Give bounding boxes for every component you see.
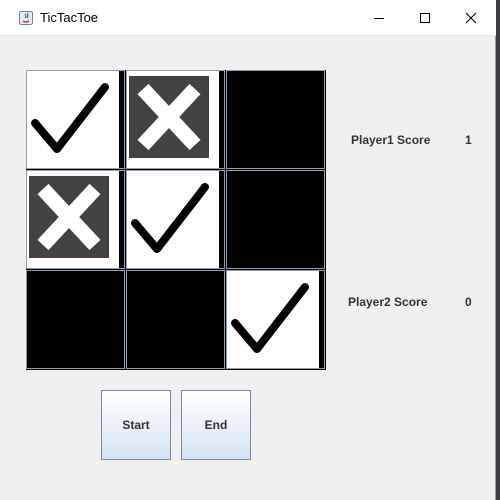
end-button[interactable]: End [181,390,251,460]
app-window: TicTacToe Player1 Score 1 Player2 Score … [0,0,496,500]
board-cell[interactable] [126,270,225,369]
minimize-icon [374,18,384,19]
minimize-button[interactable] [356,0,402,36]
check-mark-icon [227,271,319,368]
java-app-icon [18,10,34,26]
board-cell[interactable] [26,170,125,269]
board-cell[interactable] [226,270,325,369]
title-bar[interactable]: TicTacToe [0,0,496,36]
x-mark-icon [27,171,119,268]
check-mark-icon [27,71,119,168]
board-cell[interactable] [126,170,225,269]
tictactoe-board [26,70,326,370]
board-cell[interactable] [26,270,125,369]
window-title: TicTacToe [40,10,99,25]
board-cell[interactable] [126,70,225,169]
close-icon [465,12,477,24]
maximize-icon [420,13,430,23]
player2-score-value: 0 [465,295,472,309]
x-mark-icon [127,71,219,168]
player1-score-label: Player1 Score [351,133,431,147]
board-cell[interactable] [226,170,325,269]
player2-score-label: Player2 Score [348,295,428,309]
check-mark-icon [127,171,219,268]
close-button[interactable] [448,0,494,36]
maximize-button[interactable] [402,0,448,36]
board-cell[interactable] [226,70,325,169]
player1-score-value: 1 [465,133,472,147]
board-cell[interactable] [26,70,125,169]
start-button[interactable]: Start [101,390,171,460]
